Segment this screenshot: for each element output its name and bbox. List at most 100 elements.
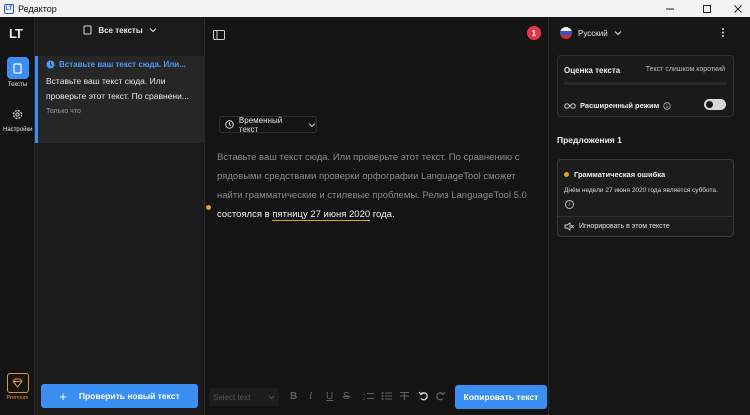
document-card-excerpt: Вставьте ваш текст сюда. Или проверьте э… xyxy=(46,74,198,104)
undo-button[interactable] xyxy=(418,391,429,404)
temporary-text-label: Временный текст xyxy=(238,115,283,134)
all-texts-dropdown[interactable]: Все тексты xyxy=(35,25,205,35)
copy-text-button[interactable]: Копировать текст xyxy=(455,385,547,409)
document-card-title-row: Вставьте ваш текст сюда. Или... xyxy=(46,60,198,69)
text-fragment: состоялся в xyxy=(217,209,273,220)
premium-label: Premium xyxy=(6,395,29,401)
suggestion-type-row: Грамматическая ошибка xyxy=(564,170,665,179)
divider xyxy=(558,216,733,217)
grammar-error-highlight[interactable]: пятницу 27 июня 2020 xyxy=(272,209,371,221)
clear-format-icon xyxy=(400,392,409,400)
suggestion-card[interactable]: Грамматическая ошибка Днём недели 27 июн… xyxy=(557,159,734,237)
document-excerpt-line: проверьте этот текст. По сравнени... xyxy=(46,91,189,101)
document-icon xyxy=(83,25,92,35)
error-count-badge[interactable]: 1 xyxy=(527,26,541,40)
language-dropdown[interactable]: Русский xyxy=(560,27,622,39)
gear-icon xyxy=(12,109,23,119)
text-fragment: года. xyxy=(370,209,395,220)
bold-button[interactable]: B xyxy=(290,391,297,402)
close-button[interactable] xyxy=(722,0,750,17)
bullet-list-button[interactable] xyxy=(381,391,392,404)
title-bar: LT Редактор xyxy=(0,0,750,17)
text-score-label: Оценка текста xyxy=(564,66,621,75)
advanced-mode-label: Расширенный режим xyxy=(580,101,660,110)
app-window: LT Редактор LT Тексты Настройки Premium … xyxy=(0,0,750,415)
ordered-list-icon: 12 xyxy=(363,392,374,401)
ordered-list-button[interactable]: 12 xyxy=(363,391,374,404)
text-line: рядовыми средствами проверки орфографии … xyxy=(217,171,516,182)
all-texts-label: Все тексты xyxy=(98,25,143,35)
document-card[interactable]: Вставьте ваш текст сюда. Или... Вставьте… xyxy=(35,56,204,143)
premium-button[interactable]: Premium xyxy=(5,373,30,401)
text-line: состоялся в пятницу 27 июня 2020 года. xyxy=(217,205,537,224)
text-score-bar xyxy=(564,82,727,85)
suggestions-label: Предложения xyxy=(557,135,615,145)
nav-item-texts-label: Тексты xyxy=(7,82,28,88)
app-logo-icon: LT xyxy=(4,3,14,14)
check-new-text-label: Проверить новый текст xyxy=(78,391,180,401)
document-card-title: Вставьте ваш текст сюда. Или... xyxy=(59,60,186,69)
suggestions-heading: Предложения 1 xyxy=(557,135,622,145)
svg-text:2: 2 xyxy=(363,397,365,401)
minimize-button[interactable] xyxy=(654,0,686,17)
redo-icon xyxy=(436,391,446,401)
undo-icon xyxy=(418,391,428,401)
info-icon[interactable] xyxy=(663,101,671,110)
chevron-down-icon xyxy=(268,395,275,400)
svg-text:1: 1 xyxy=(363,392,365,396)
lt-logo: LT xyxy=(9,26,23,41)
assistant-panel: Русский Оценка текста Текст слишком коро… xyxy=(548,17,750,415)
check-new-text-button[interactable]: + Проверить новый текст xyxy=(41,384,198,408)
advanced-mode-row: Расширенный режим xyxy=(564,101,671,110)
chevron-down-icon xyxy=(308,122,316,127)
italic-button[interactable]: I xyxy=(309,391,312,402)
ignore-icon xyxy=(564,222,574,231)
maximize-button[interactable] xyxy=(691,0,723,17)
text-style-select[interactable]: Select text xyxy=(209,388,279,406)
document-icon xyxy=(13,62,22,74)
document-card-time: Только что xyxy=(46,108,81,115)
chevron-down-icon xyxy=(614,31,622,36)
warning-dot-icon xyxy=(564,172,569,177)
nav-item-texts[interactable]: Тексты xyxy=(3,57,32,88)
clear-format-button[interactable] xyxy=(399,391,410,404)
text-score-box: Оценка текста Текст слишком короткий Рас… xyxy=(557,55,734,117)
russia-flag-icon xyxy=(560,27,572,39)
redo-button[interactable] xyxy=(435,391,446,404)
advanced-mode-toggle[interactable] xyxy=(704,99,726,110)
document-excerpt-line: Вставьте ваш текст сюда. Или xyxy=(46,76,166,86)
text-style-placeholder: Select text xyxy=(213,392,251,402)
suggestions-count: 1 xyxy=(617,135,622,145)
issue-marker-dot[interactable] xyxy=(206,205,211,210)
minimize-icon xyxy=(666,8,674,9)
ignore-label: Игнорировать в этом тексте xyxy=(579,223,670,230)
diamond-icon xyxy=(12,378,23,388)
more-vertical-icon xyxy=(722,28,724,37)
text-line: найти грамматические и стилевые проблемы… xyxy=(217,190,527,201)
window-title: Редактор xyxy=(18,3,57,14)
glasses-icon xyxy=(564,102,576,109)
editor-panel: 1 Временный текст Вставьте ваш текст сюд… xyxy=(205,17,548,415)
nav-item-settings-label: Настройки xyxy=(3,127,33,133)
language-label: Русский xyxy=(578,28,608,38)
clock-icon xyxy=(225,120,234,129)
text-line: Вставьте ваш текст сюда. Или проверьте э… xyxy=(217,152,520,163)
ignore-in-text-button[interactable]: Игнорировать в этом тексте xyxy=(564,222,670,231)
strikethrough-button[interactable]: S xyxy=(343,391,350,402)
info-icon[interactable]: i xyxy=(565,200,574,209)
text-editor[interactable]: Вставьте ваш текст сюда. Или проверьте э… xyxy=(217,148,537,224)
toggle-sidebar-button[interactable] xyxy=(213,27,225,45)
chevron-down-icon xyxy=(149,28,157,33)
underline-button[interactable]: U xyxy=(326,391,333,402)
more-options-button[interactable] xyxy=(721,27,725,41)
maximize-icon xyxy=(703,4,711,13)
nav-rail: LT Тексты Настройки Premium xyxy=(0,17,35,415)
sidebar-icon xyxy=(213,30,225,40)
temporary-text-dropdown[interactable]: Временный текст xyxy=(219,115,317,134)
close-icon xyxy=(734,4,742,13)
bullet-list-icon xyxy=(381,392,392,400)
document-list-panel: Все тексты Вставьте ваш текст сюда. Или.… xyxy=(35,17,205,415)
suggestion-message: Днём недели 27 июня 2020 года является с… xyxy=(564,187,718,194)
text-score-value: Текст слишком короткий xyxy=(645,66,725,73)
nav-item-settings[interactable]: Настройки xyxy=(3,103,32,133)
